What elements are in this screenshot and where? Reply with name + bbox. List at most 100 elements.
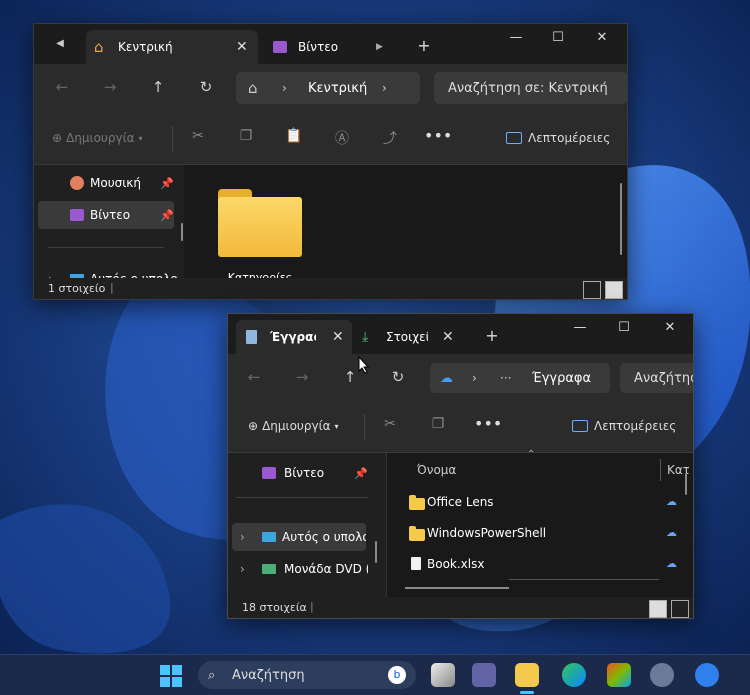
table-row[interactable]: Office Lens ☁ bbox=[387, 491, 687, 515]
new-button[interactable]: ⊕ Δημιουργία ▾ bbox=[52, 131, 143, 145]
content-scrollbar[interactable] bbox=[685, 473, 687, 495]
navigation-pane: Βίντεο 📌 › Αυτός ο υπολογιστής › Μονάδα … bbox=[228, 453, 378, 597]
close-window-button[interactable]: ✕ bbox=[658, 320, 682, 335]
nav-item-music[interactable]: Μουσική 📌 bbox=[38, 169, 174, 197]
nav-item-video[interactable]: Βίντεο 📌 bbox=[232, 459, 370, 487]
expand-chevron-icon[interactable]: › bbox=[240, 562, 245, 576]
download-icon: ⤓ bbox=[362, 329, 369, 345]
minimize-button[interactable]: — bbox=[504, 30, 528, 45]
tab-bar: Έγγραφα ✕ ⤓ Στοιχεία λήψης ✕ + — ☐ ✕ bbox=[228, 314, 693, 354]
tab-scroll-left-button[interactable]: ◀ bbox=[46, 38, 74, 49]
back-button[interactable]: ← bbox=[240, 368, 268, 386]
column-header-name[interactable]: Όνομα bbox=[417, 463, 456, 477]
sort-chevron-icon[interactable]: ⌃ bbox=[527, 449, 535, 460]
breadcrumb-current[interactable]: Κεντρική bbox=[308, 81, 367, 96]
tab-label: Βίντεο bbox=[298, 40, 339, 54]
close-tab-icon[interactable]: ✕ bbox=[332, 329, 344, 345]
large-icons-view-button[interactable] bbox=[671, 600, 689, 618]
search-icon: ⌕ bbox=[208, 667, 216, 683]
edge-icon[interactable] bbox=[562, 663, 586, 687]
maximize-button[interactable]: ☐ bbox=[546, 30, 570, 45]
details-view-button[interactable] bbox=[649, 600, 667, 618]
store-icon[interactable] bbox=[607, 663, 631, 687]
expand-chevron-icon[interactable]: › bbox=[240, 530, 245, 544]
new-label: Δημιουργία bbox=[262, 419, 331, 433]
copy-icon[interactable]: ❐ bbox=[428, 416, 448, 432]
pin-icon: 📌 bbox=[160, 208, 174, 222]
new-tab-button[interactable]: + bbox=[482, 326, 502, 345]
cloud-icon: ☁ bbox=[666, 557, 677, 570]
snipping-tool-icon[interactable] bbox=[695, 663, 719, 687]
horizontal-scrollbar[interactable] bbox=[405, 587, 509, 589]
cloud-icon: ☁ bbox=[666, 526, 677, 539]
table-row[interactable]: Book.xlsx ☁ bbox=[387, 553, 687, 577]
close-tab-icon[interactable]: ✕ bbox=[236, 39, 248, 55]
plus-circle-icon: ⊕ bbox=[248, 419, 259, 433]
breadcrumb-chevron-icon[interactable]: › bbox=[382, 81, 387, 95]
maximize-button[interactable]: ☐ bbox=[612, 320, 636, 335]
breadcrumb-current[interactable]: Έγγραφα bbox=[532, 371, 602, 386]
new-button[interactable]: ⊕ Δημιουργία ▾ bbox=[248, 419, 339, 433]
chevron-down-icon: ▾ bbox=[138, 133, 143, 143]
search-box[interactable]: Αναζήτηση σε: Έγγραφα bbox=[620, 363, 693, 393]
details-label: Λεπτομέρειες bbox=[528, 131, 611, 145]
nav-scrollbar[interactable] bbox=[181, 223, 183, 241]
nav-divider bbox=[48, 247, 164, 248]
copy-icon[interactable]: ❐ bbox=[236, 128, 256, 144]
nav-item-dvd-drive[interactable]: › Μονάδα DVD (D:) bbox=[232, 555, 368, 583]
details-button[interactable]: Λεπτομέρειες bbox=[572, 419, 676, 433]
pin-icon: 📌 bbox=[354, 466, 368, 480]
command-bar: ⊕ Δημιουργία ▾ ✂ ❐ ••• Λεπτομέρειες bbox=[228, 402, 693, 453]
close-tab-icon[interactable]: ✕ bbox=[442, 329, 454, 345]
table-row[interactable]: WindowsPowerShell ☁ bbox=[387, 522, 687, 546]
nav-item-video[interactable]: Βίντεο 📌 bbox=[38, 201, 174, 229]
share-icon[interactable]: ⤴ bbox=[380, 128, 400, 148]
back-button[interactable]: ← bbox=[48, 78, 76, 96]
nav-item-label: Μονάδα DVD (D:) bbox=[284, 562, 368, 576]
refresh-button[interactable]: ↻ bbox=[384, 368, 412, 386]
settings-icon[interactable] bbox=[650, 663, 674, 687]
tab-bar: ◀ ⌂ Κεντρική ✕ Βίντεο ▶ + — ☐ ✕ bbox=[34, 24, 627, 64]
nav-item-label: Αυτός ο υπολογιστής bbox=[282, 530, 366, 544]
forward-button[interactable]: → bbox=[288, 368, 316, 386]
details-button[interactable]: Λεπτομέρειες bbox=[506, 131, 610, 145]
address-bar[interactable]: ☁ › ··· Έγγραφα bbox=[430, 363, 610, 393]
nav-scrollbar[interactable] bbox=[375, 541, 377, 563]
start-icon[interactable] bbox=[160, 665, 182, 687]
nav-item-this-pc[interactable]: › Αυτός ο υπολογιστής bbox=[232, 523, 366, 551]
address-bar[interactable]: ⌂ › Κεντρική › bbox=[236, 72, 420, 104]
dvd-icon bbox=[262, 564, 276, 574]
details-pane-icon bbox=[572, 420, 588, 432]
mouse-cursor bbox=[358, 355, 370, 377]
forward-button[interactable]: → bbox=[96, 78, 124, 96]
content-scrollbar[interactable] bbox=[620, 183, 622, 255]
tab-scroll-right-icon[interactable]: ▶ bbox=[376, 42, 383, 52]
cut-icon[interactable]: ✂ bbox=[188, 128, 208, 144]
more-options-icon[interactable]: ••• bbox=[424, 126, 452, 145]
refresh-button[interactable]: ↻ bbox=[192, 78, 220, 96]
search-box[interactable]: Αναζήτηση σε: Κεντρική bbox=[434, 72, 627, 104]
file-explorer-icon[interactable] bbox=[515, 663, 539, 687]
breadcrumb-overflow[interactable]: ··· bbox=[500, 371, 511, 385]
paste-icon[interactable]: 📋 bbox=[284, 128, 304, 144]
taskbar-search-box[interactable]: ⌕ Αναζήτηση b bbox=[198, 661, 416, 689]
tab-downloads[interactable]: ⤓ Στοιχεία λήψης ✕ bbox=[356, 320, 464, 354]
close-window-button[interactable]: ✕ bbox=[590, 30, 614, 45]
large-icons-view-button[interactable] bbox=[605, 281, 623, 299]
tab-documents[interactable]: Έγγραφα ✕ bbox=[236, 320, 352, 354]
tab-home[interactable]: ⌂ Κεντρική ✕ bbox=[86, 30, 258, 64]
up-button[interactable]: ↑ bbox=[144, 78, 172, 96]
details-view-button[interactable] bbox=[583, 281, 601, 299]
teams-icon[interactable] bbox=[472, 663, 496, 687]
tab-video[interactable]: Βίντεο ▶ bbox=[264, 30, 390, 64]
navigation-pane: Μουσική 📌 Βίντεο 📌 › Αυτός ο υπολογιστής bbox=[34, 165, 184, 286]
minimize-button[interactable]: — bbox=[568, 320, 592, 335]
new-tab-button[interactable]: + bbox=[414, 36, 434, 55]
plus-circle-icon: ⊕ bbox=[52, 131, 63, 145]
item-count: 18 στοιχεία bbox=[242, 601, 307, 614]
rename-icon[interactable]: Ⓐ bbox=[332, 128, 352, 148]
task-view-icon[interactable] bbox=[431, 663, 455, 687]
more-options-icon[interactable]: ••• bbox=[474, 414, 502, 433]
folder-item[interactable]: Κατηγορίες bbox=[214, 185, 314, 284]
cut-icon[interactable]: ✂ bbox=[380, 416, 400, 432]
